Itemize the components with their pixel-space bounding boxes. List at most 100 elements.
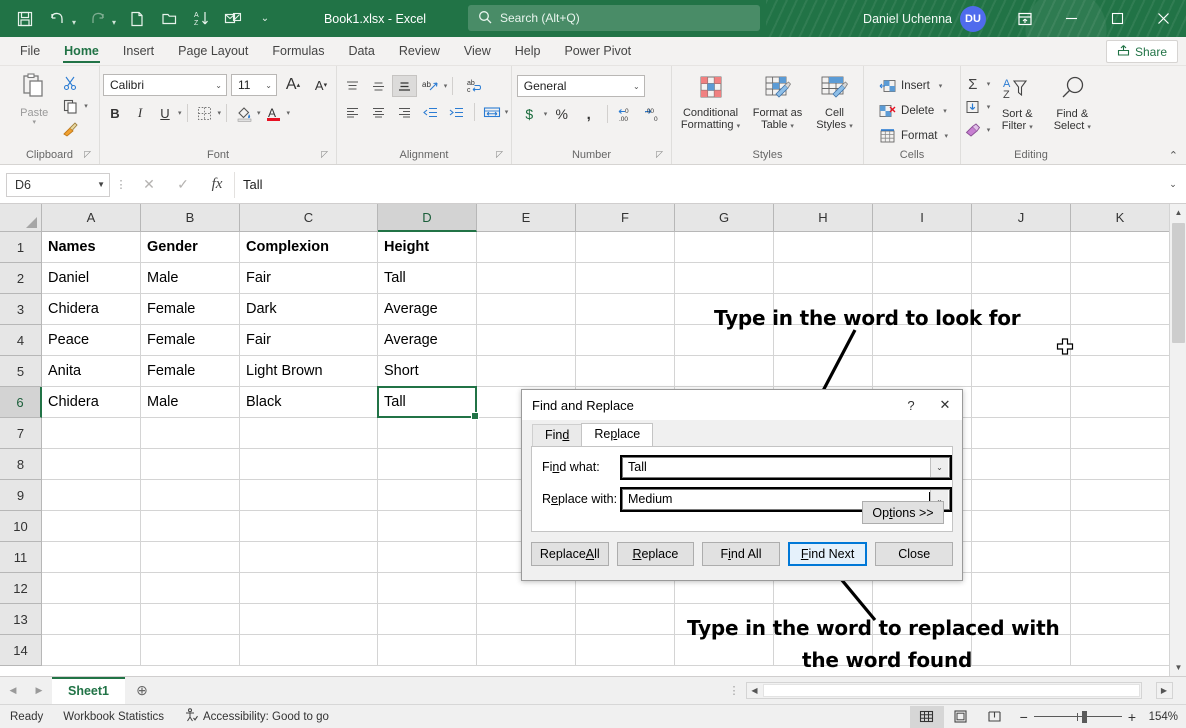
column-header-i[interactable]: I	[873, 204, 972, 232]
autosum-button[interactable]: Σ ▾	[962, 73, 991, 95]
row-header-9[interactable]: 9	[0, 480, 42, 511]
format-cells-button[interactable]: Format ▾	[876, 125, 948, 147]
borders-dropdown-icon[interactable]: ▾	[218, 109, 222, 117]
clipboard-dialog-launcher-icon[interactable]: ◸	[84, 146, 91, 163]
cell-C7[interactable]	[240, 418, 378, 449]
align-left-button[interactable]	[340, 101, 365, 123]
cell-C9[interactable]	[240, 480, 378, 511]
row-header-13[interactable]: 13	[0, 604, 42, 635]
cell-A6[interactable]: Chidera	[42, 387, 141, 418]
close-icon[interactable]	[1140, 0, 1186, 37]
cell-D12[interactable]	[378, 573, 477, 604]
tab-file[interactable]: File	[8, 37, 52, 65]
cell-F1[interactable]	[576, 232, 675, 263]
cell-H5[interactable]	[774, 356, 873, 387]
share-button[interactable]: Share	[1106, 40, 1178, 63]
tab-home[interactable]: Home	[52, 37, 111, 65]
formula-bar-handle[interactable]: ⋮	[110, 178, 132, 191]
tab-power-pivot[interactable]: Power Pivot	[552, 37, 643, 65]
currency-dropdown-icon[interactable]: ▾	[544, 110, 548, 118]
cut-button[interactable]	[59, 72, 88, 94]
scroll-up-icon[interactable]: ▲	[1170, 204, 1186, 221]
cell-I5[interactable]	[873, 356, 972, 387]
ribbon-display-options-icon[interactable]	[1002, 0, 1048, 37]
cell-F13[interactable]	[576, 604, 675, 635]
cell-J10[interactable]	[972, 511, 1071, 542]
cell-B7[interactable]	[141, 418, 240, 449]
align-bottom-button[interactable]	[392, 75, 417, 97]
column-header-d[interactable]: D	[378, 204, 477, 232]
cell-C13[interactable]	[240, 604, 378, 635]
column-header-j[interactable]: J	[972, 204, 1071, 232]
cell-E13[interactable]	[477, 604, 576, 635]
insert-dropdown-icon[interactable]: ▾	[939, 82, 943, 90]
cell-D10[interactable]	[378, 511, 477, 542]
tab-review[interactable]: Review	[387, 37, 452, 65]
tab-view[interactable]: View	[452, 37, 503, 65]
zoom-slider[interactable]	[1034, 710, 1122, 724]
zoom-in-button[interactable]: +	[1128, 709, 1136, 725]
column-header-f[interactable]: F	[576, 204, 675, 232]
cell-D9[interactable]	[378, 480, 477, 511]
tab-insert[interactable]: Insert	[111, 37, 166, 65]
find-all-button[interactable]: Find All	[702, 542, 780, 566]
insert-function-icon[interactable]: fx	[200, 172, 234, 198]
merge-and-center-button[interactable]	[480, 101, 504, 123]
cell-B13[interactable]	[141, 604, 240, 635]
cell-K7[interactable]	[1071, 418, 1170, 449]
dialog-tab-replace[interactable]: Replace	[581, 423, 653, 446]
cell-J5[interactable]	[972, 356, 1071, 387]
row-header-11[interactable]: 11	[0, 542, 42, 573]
find-what-dropdown-icon[interactable]: ⌄	[930, 458, 948, 477]
cell-J7[interactable]	[972, 418, 1071, 449]
cell-A14[interactable]	[42, 635, 141, 666]
clear-button[interactable]: ▾	[962, 119, 991, 141]
underline-dropdown-icon[interactable]: ▾	[178, 109, 182, 117]
cell-G1[interactable]	[675, 232, 774, 263]
cell-C4[interactable]: Fair	[240, 325, 378, 356]
maximize-icon[interactable]	[1094, 0, 1140, 37]
cell-styles-button[interactable]: Cell Styles ▾	[809, 72, 861, 132]
cell-B2[interactable]: Male	[141, 263, 240, 294]
bold-button[interactable]: B	[103, 102, 127, 124]
percent-format-button[interactable]: %	[549, 103, 574, 125]
new-file-icon[interactable]	[122, 5, 152, 33]
horizontal-scroll-handle[interactable]: ⋮	[722, 684, 746, 697]
replace-all-button[interactable]: Replace All	[531, 542, 609, 566]
increase-indent-button[interactable]	[444, 101, 469, 123]
cell-J9[interactable]	[972, 480, 1071, 511]
cell-B12[interactable]	[141, 573, 240, 604]
cell-A10[interactable]	[42, 511, 141, 542]
align-middle-button[interactable]	[366, 75, 391, 97]
zoom-thumb[interactable]	[1082, 711, 1087, 723]
row-header-2[interactable]: 2	[0, 263, 42, 294]
name-box-dropdown-icon[interactable]: ▼	[97, 180, 105, 189]
column-header-k[interactable]: K	[1071, 204, 1170, 232]
fill-color-button[interactable]	[232, 102, 256, 124]
cell-J2[interactable]	[972, 263, 1071, 294]
number-dialog-launcher-icon[interactable]: ◸	[656, 146, 663, 163]
select-all-corner[interactable]	[0, 204, 42, 232]
font-color-button[interactable]: A	[262, 102, 286, 124]
cell-J8[interactable]	[972, 449, 1071, 480]
row-header-12[interactable]: 12	[0, 573, 42, 604]
merge-dropdown-icon[interactable]: ▾	[505, 108, 509, 116]
cell-G2[interactable]	[675, 263, 774, 294]
column-header-b[interactable]: B	[141, 204, 240, 232]
cell-A4[interactable]: Peace	[42, 325, 141, 356]
cell-C3[interactable]: Dark	[240, 294, 378, 325]
name-box[interactable]: D6 ▼	[6, 173, 110, 197]
zoom-level[interactable]: 154%	[1144, 711, 1186, 723]
cell-B6[interactable]: Male	[141, 387, 240, 418]
cell-D5[interactable]: Short	[378, 356, 477, 387]
decrease-decimal-button[interactable]: .000	[641, 103, 666, 125]
copy-button[interactable]: ▾	[59, 95, 88, 117]
tab-data[interactable]: Data	[336, 37, 386, 65]
next-sheet-icon[interactable]: ▶	[26, 678, 52, 704]
align-right-button[interactable]	[392, 101, 417, 123]
cell-C11[interactable]	[240, 542, 378, 573]
cell-K13[interactable]	[1071, 604, 1170, 635]
cell-J6[interactable]	[972, 387, 1071, 418]
alignment-dialog-launcher-icon[interactable]: ◸	[496, 146, 503, 163]
cell-F2[interactable]	[576, 263, 675, 294]
